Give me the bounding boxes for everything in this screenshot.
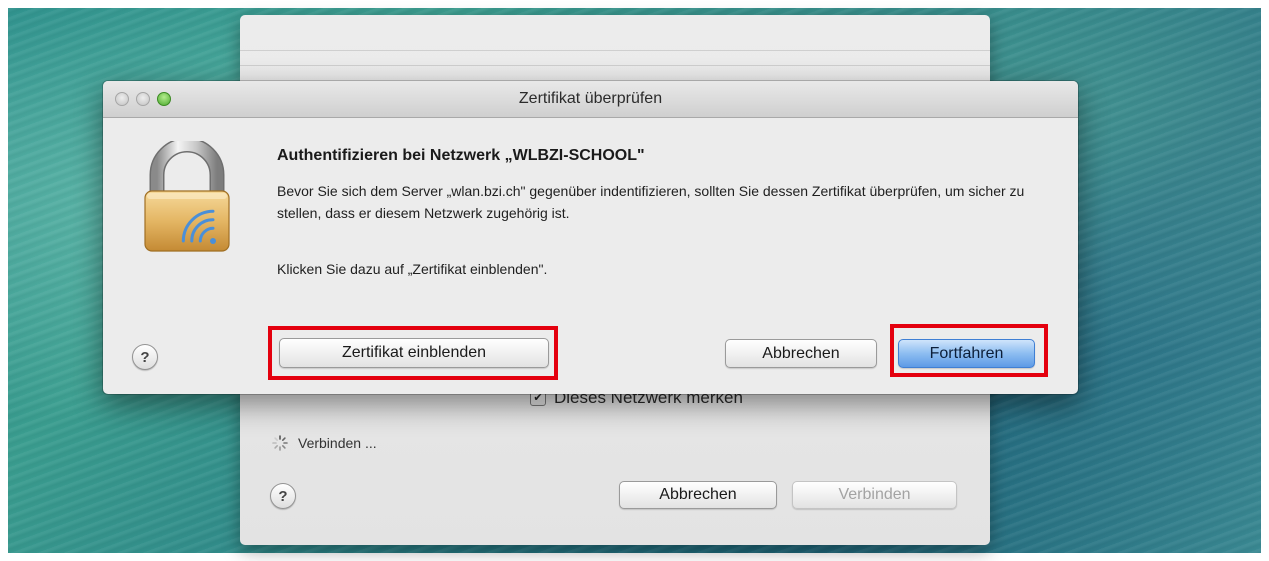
connecting-label: Verbinden ... (298, 435, 377, 451)
sheet-divider (240, 65, 990, 66)
highlight-continue (890, 324, 1048, 377)
spinner-icon (272, 435, 288, 451)
sheet-cancel-button[interactable]: Abbrechen (619, 481, 777, 509)
sheet-divider (240, 50, 990, 51)
sheet-help-button[interactable]: ? (270, 483, 296, 509)
connecting-status: Verbinden ... (272, 435, 377, 451)
sheet-connect-button[interactable]: Verbinden (792, 481, 957, 509)
dialog-instruction: Klicken Sie dazu auf „Zertifikat einblen… (277, 261, 548, 277)
highlight-show-certificate (268, 326, 558, 380)
dialog-headline: Authentifizieren bei Netzwerk „WLBZI-SCH… (277, 147, 645, 164)
dialog-cancel-button[interactable]: Abbrechen (725, 339, 877, 368)
dialog-titlebar: Zertifikat überprüfen (103, 81, 1078, 118)
lock-wifi-icon (144, 141, 230, 252)
dialog-title: Zertifikat überprüfen (518, 90, 663, 107)
dialog-message: Bevor Sie sich dem Server „wlan.bzi.ch" … (277, 183, 1025, 221)
dialog-help-button[interactable]: ? (132, 344, 158, 370)
